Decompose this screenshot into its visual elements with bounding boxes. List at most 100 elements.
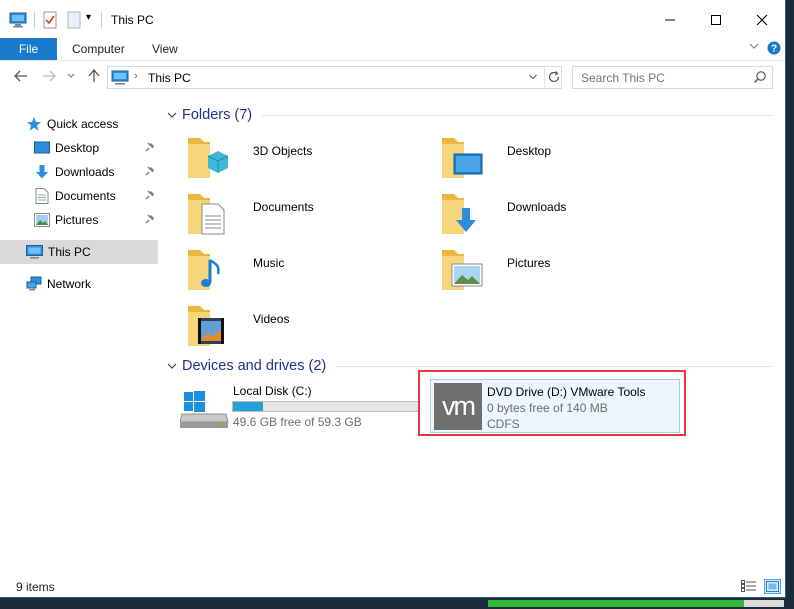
pin-icon[interactable] xyxy=(145,214,155,224)
group-divider xyxy=(262,114,772,116)
pictures-icon xyxy=(34,213,50,227)
refresh-icon[interactable] xyxy=(547,70,561,84)
vmware-logo-text: vm xyxy=(442,391,476,421)
recent-locations-chevron-icon[interactable] xyxy=(66,71,76,81)
address-bar-row: › This PC xyxy=(0,62,785,94)
ribbon-expand-chevron-icon[interactable] xyxy=(748,40,760,52)
group-header-folders[interactable]: Folders (7) xyxy=(166,104,778,126)
desktop-folder-icon xyxy=(440,134,484,182)
forward-arrow-icon[interactable] xyxy=(42,70,56,82)
downloads-folder-icon xyxy=(440,190,484,238)
up-arrow-icon[interactable] xyxy=(88,69,100,83)
group-collapse-chevron-icon[interactable] xyxy=(166,110,178,120)
sidebar-item-quick-access[interactable]: Quick access xyxy=(0,112,158,136)
sidebar-item-label: Downloads xyxy=(55,165,115,179)
sidebar-item-label: Desktop xyxy=(55,141,100,155)
tab-computer[interactable]: Computer xyxy=(72,42,125,56)
desktop-icon xyxy=(34,141,50,155)
music-folder-icon xyxy=(186,246,230,294)
status-item-count: 9 items xyxy=(16,580,55,594)
background-progress-track xyxy=(744,600,784,607)
computer-icon xyxy=(111,70,129,86)
folder-label: Videos xyxy=(253,312,290,326)
drive-item-dvd-d[interactable]: vm DVD Drive (D:) VMware Tools 0 bytes f… xyxy=(430,379,680,433)
star-icon xyxy=(26,116,42,132)
sidebar-item-desktop[interactable]: Desktop xyxy=(0,136,158,160)
vmware-icon: vm xyxy=(434,383,482,430)
details-view-icon[interactable] xyxy=(741,580,757,592)
pictures-folder-icon xyxy=(440,246,484,294)
group-title: Folders (7) xyxy=(182,107,253,123)
large-icons-view-icon[interactable] xyxy=(764,579,781,594)
address-separator xyxy=(544,67,545,88)
window-title: This PC xyxy=(111,13,154,27)
address-field[interactable]: › This PC xyxy=(107,66,562,89)
minimize-button[interactable] xyxy=(648,4,692,36)
folder-item-documents[interactable]: Documents xyxy=(186,190,426,244)
title-bar: ▾ This PC xyxy=(0,0,785,38)
pin-icon[interactable] xyxy=(145,166,155,176)
maximize-button[interactable] xyxy=(694,4,738,36)
windows-drive-icon xyxy=(180,390,230,430)
qat-dropdown-icon[interactable]: ▾ xyxy=(86,12,91,23)
3d-objects-icon xyxy=(186,134,230,182)
help-icon[interactable]: ? xyxy=(767,41,781,55)
group-divider xyxy=(336,365,772,367)
folder-item-videos[interactable]: Videos xyxy=(186,302,426,356)
ribbon-tabs: File Computer View ? xyxy=(0,38,785,60)
group-title: Devices and drives (2) xyxy=(182,358,327,374)
tab-view[interactable]: View xyxy=(152,42,178,56)
folder-label: Pictures xyxy=(507,256,551,270)
folder-item-pictures[interactable]: Pictures xyxy=(440,246,680,300)
sidebar-item-this-pc[interactable]: This PC xyxy=(0,240,158,264)
drive-label: DVD Drive (D:) VMware Tools xyxy=(487,385,646,399)
properties-icon[interactable] xyxy=(43,11,57,29)
pin-icon[interactable] xyxy=(145,142,155,152)
documents-folder-icon xyxy=(186,190,230,238)
drive-free-space: 49.6 GB free of 59.3 GB xyxy=(233,415,362,429)
folder-label: Desktop xyxy=(507,144,552,158)
folder-item-3d-objects[interactable]: 3D Objects xyxy=(186,134,426,188)
pin-icon[interactable] xyxy=(145,190,155,200)
sidebar-item-label: Network xyxy=(47,277,92,291)
tab-file[interactable]: File xyxy=(0,38,57,60)
network-icon xyxy=(26,276,42,292)
sidebar-item-documents[interactable]: Documents xyxy=(0,184,158,208)
sidebar-item-pictures[interactable]: Pictures xyxy=(0,208,158,232)
address-dropdown-chevron-icon[interactable] xyxy=(528,72,538,82)
file-explorer-window: ▾ This PC File Computer View ? › This PC… xyxy=(0,0,786,598)
search-box[interactable] xyxy=(572,66,773,89)
folder-item-desktop[interactable]: Desktop xyxy=(440,134,680,188)
download-arrow-icon xyxy=(34,164,50,180)
breadcrumb-this-pc[interactable]: This PC xyxy=(148,71,191,85)
folder-label: Documents xyxy=(253,200,314,214)
background-progress-strip xyxy=(488,600,744,607)
sidebar-item-downloads[interactable]: Downloads xyxy=(0,160,158,184)
drive-filesystem: CDFS xyxy=(487,417,520,431)
computer-icon xyxy=(26,244,43,260)
folder-label: Music xyxy=(253,256,285,270)
drive-item-local-disk-c[interactable]: Local Disk (C:) 49.6 GB free of 59.3 GB xyxy=(180,382,422,432)
document-icon xyxy=(35,188,49,204)
search-input[interactable] xyxy=(579,69,743,87)
ribbon-divider xyxy=(0,60,785,61)
content-pane: Folders (7) 3D Objects Desktop Documents xyxy=(166,100,785,570)
navigation-pane: Quick access Desktop Downloads Documents… xyxy=(0,104,158,574)
folder-item-music[interactable]: Music xyxy=(186,246,426,300)
drive-usage-bar xyxy=(232,401,419,412)
sidebar-item-network[interactable]: Network xyxy=(0,272,158,296)
back-arrow-icon[interactable] xyxy=(14,70,28,82)
folder-label: 3D Objects xyxy=(253,144,313,158)
folder-item-downloads[interactable]: Downloads xyxy=(440,190,680,244)
close-button[interactable] xyxy=(740,4,784,36)
computer-icon[interactable] xyxy=(9,12,27,28)
qat-separator xyxy=(34,12,35,28)
breadcrumb-chevron-icon[interactable]: › xyxy=(134,70,138,82)
drive-usage-bar-fill xyxy=(233,402,264,411)
new-folder-icon[interactable] xyxy=(67,11,81,29)
videos-folder-icon xyxy=(186,302,230,350)
group-collapse-chevron-icon[interactable] xyxy=(166,361,178,371)
drive-free-space: 0 bytes free of 140 MB xyxy=(487,401,608,415)
search-icon[interactable] xyxy=(753,70,767,84)
sidebar-item-label: This PC xyxy=(48,245,91,259)
